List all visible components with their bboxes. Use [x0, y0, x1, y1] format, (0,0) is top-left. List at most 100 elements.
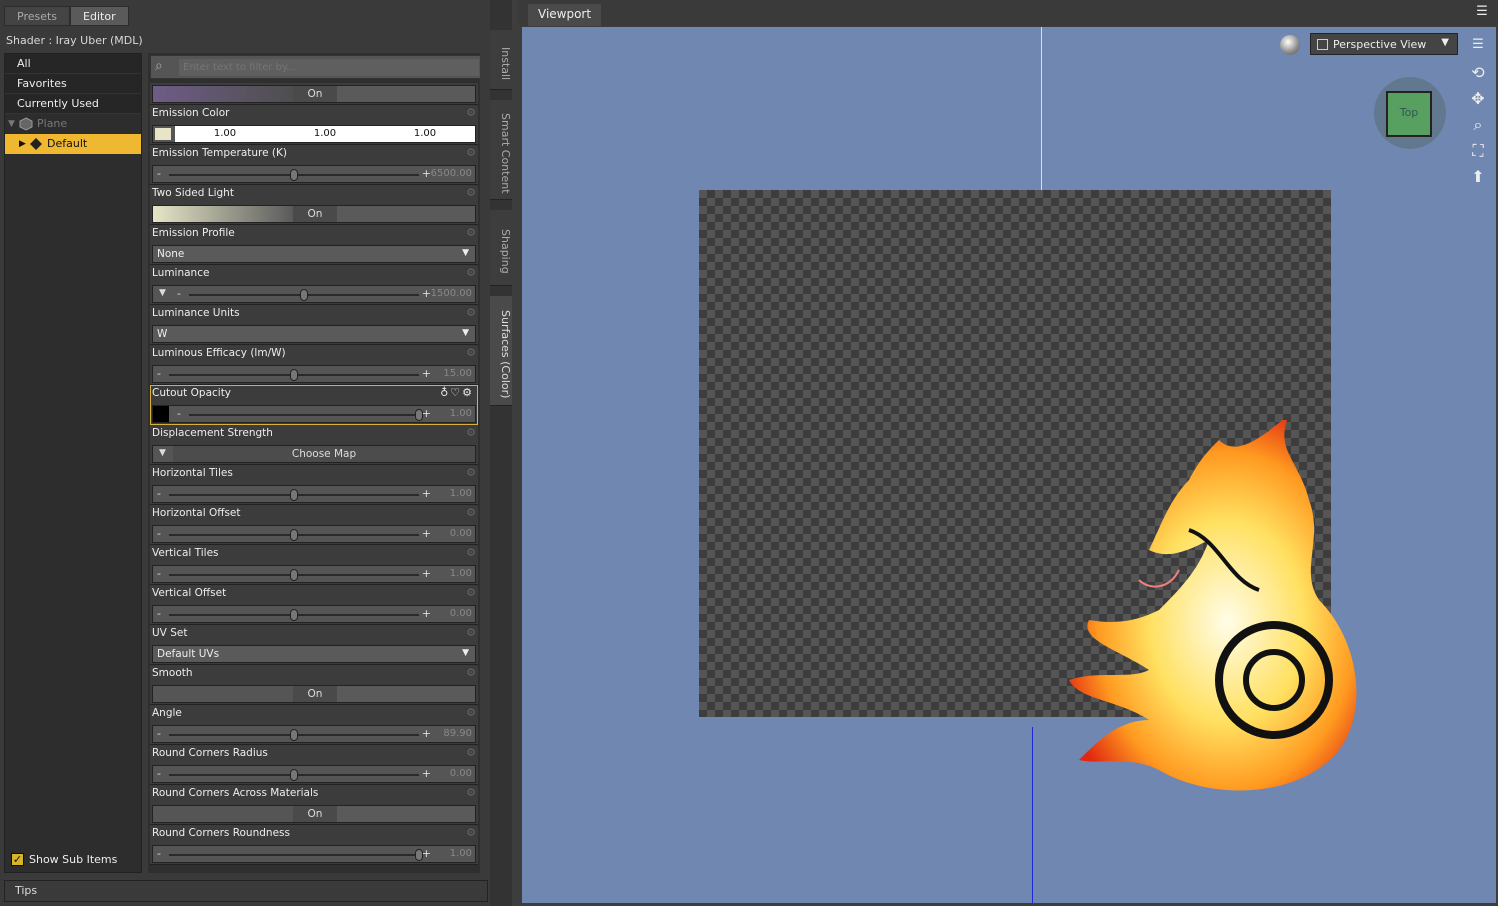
- vtab-shaping[interactable]: Shaping: [490, 210, 512, 286]
- gear-icon[interactable]: ⚙: [466, 586, 476, 599]
- slider[interactable]: - + 89.90: [152, 725, 476, 743]
- toggle[interactable]: On: [152, 685, 476, 703]
- slider-knob[interactable]: [290, 609, 298, 621]
- tab-presets[interactable]: Presets: [4, 6, 71, 26]
- category-currently-used[interactable]: Currently Used: [5, 94, 141, 114]
- plane-object[interactable]: [699, 190, 1357, 791]
- slider-value[interactable]: 89.90: [443, 728, 472, 739]
- slider-value[interactable]: 1.00: [450, 568, 472, 579]
- view-cube[interactable]: Top: [1374, 77, 1446, 149]
- plus-icon[interactable]: +: [422, 367, 431, 380]
- minus-icon[interactable]: -: [157, 767, 161, 780]
- slider-knob[interactable]: [300, 289, 308, 301]
- menu-icon[interactable]: ☰: [1472, 2, 1492, 22]
- checkbox-checked-icon[interactable]: ✓: [11, 853, 24, 866]
- toggle[interactable]: On: [152, 805, 476, 823]
- draw-style-sphere-icon[interactable]: [1280, 35, 1300, 55]
- dropdown[interactable]: Default UVs ▼: [152, 645, 476, 663]
- camera-dropdown[interactable]: Perspective View ▼: [1310, 33, 1458, 55]
- color-swatch[interactable]: [155, 128, 171, 140]
- slider-track[interactable]: [189, 289, 419, 301]
- map-thumbnail[interactable]: [153, 406, 169, 422]
- choose-map-button[interactable]: Choose Map: [173, 446, 475, 462]
- slider-track[interactable]: [169, 769, 419, 781]
- gear-icon[interactable]: ⚙: [466, 226, 476, 239]
- plus-icon[interactable]: +: [422, 167, 431, 180]
- favorite-heart-icon[interactable]: ♁♡⚙: [440, 386, 474, 399]
- plus-icon[interactable]: +: [422, 527, 431, 540]
- minus-icon[interactable]: -: [157, 567, 161, 580]
- slider[interactable]: - + 1.00: [152, 405, 476, 423]
- slider-knob[interactable]: [290, 769, 298, 781]
- zoom-icon[interactable]: ⌕: [1468, 115, 1488, 135]
- minus-icon[interactable]: -: [177, 407, 181, 420]
- slider-value[interactable]: 6500.00: [431, 168, 472, 179]
- plus-icon[interactable]: +: [422, 607, 431, 620]
- toggle-state[interactable]: On: [293, 806, 337, 822]
- plus-icon[interactable]: +: [422, 727, 431, 740]
- gear-icon[interactable]: ⚙: [466, 626, 476, 639]
- plus-icon[interactable]: +: [422, 407, 431, 420]
- slider-track[interactable]: [169, 729, 419, 741]
- filter-input[interactable]: [179, 59, 479, 76]
- slider-track[interactable]: [169, 369, 419, 381]
- slider-value[interactable]: 0.00: [450, 528, 472, 539]
- gear-icon[interactable]: ⚙: [466, 346, 476, 359]
- color-values[interactable]: 1.00 1.00 1.00: [175, 126, 475, 142]
- orbit-icon[interactable]: ⟲: [1468, 63, 1488, 83]
- color-g[interactable]: 1.00: [275, 126, 375, 142]
- slider-knob[interactable]: [290, 529, 298, 541]
- frame-icon[interactable]: ⛶: [1468, 141, 1488, 161]
- toggle-state[interactable]: On: [293, 86, 337, 102]
- gear-icon[interactable]: ⚙: [466, 146, 476, 159]
- slider-track[interactable]: [169, 489, 419, 501]
- expand-right-icon[interactable]: ▶: [19, 134, 26, 154]
- slider-track[interactable]: [169, 609, 419, 621]
- tab-editor[interactable]: Editor: [70, 6, 129, 26]
- slider[interactable]: - + 1.00: [152, 845, 476, 863]
- map-control[interactable]: ▼ Choose Map: [152, 445, 476, 463]
- vtab-install[interactable]: Install: [490, 30, 512, 90]
- slider-knob[interactable]: [290, 169, 298, 181]
- slider-knob[interactable]: [290, 489, 298, 501]
- slider-value[interactable]: 15.00: [443, 368, 472, 379]
- plus-icon[interactable]: +: [422, 287, 431, 300]
- slider-track[interactable]: [169, 569, 419, 581]
- gear-icon[interactable]: ⚙: [466, 506, 476, 519]
- gear-icon[interactable]: ⚙: [466, 186, 476, 199]
- slider-value[interactable]: 1.00: [450, 408, 472, 419]
- slider[interactable]: - + 0.00: [152, 525, 476, 543]
- slider-track[interactable]: [189, 409, 423, 421]
- slider[interactable]: ▼ - + 1500.00: [152, 285, 476, 303]
- gear-icon[interactable]: ⚙: [466, 106, 476, 119]
- slider[interactable]: - + 15.00: [152, 365, 476, 383]
- gear-icon[interactable]: ⚙: [466, 466, 476, 479]
- slider-value[interactable]: 1500.00: [431, 288, 472, 299]
- dropdown[interactable]: None ▼: [152, 245, 476, 263]
- minus-icon[interactable]: -: [177, 287, 181, 300]
- view-cube-face[interactable]: Top: [1386, 91, 1432, 137]
- slider-value[interactable]: 1.00: [450, 488, 472, 499]
- minus-icon[interactable]: -: [157, 527, 161, 540]
- gear-icon[interactable]: ⚙: [466, 826, 476, 839]
- vtab-smart-content[interactable]: Smart Content: [490, 100, 512, 200]
- slider-value[interactable]: 0.00: [450, 768, 472, 779]
- tree-item-default[interactable]: ▶ Default: [5, 134, 141, 154]
- gear-icon[interactable]: ⚙: [466, 666, 476, 679]
- minus-icon[interactable]: -: [157, 487, 161, 500]
- plus-icon[interactable]: +: [422, 567, 431, 580]
- slider-knob[interactable]: [290, 369, 298, 381]
- toggle[interactable]: On: [152, 205, 476, 223]
- pan-icon[interactable]: ✥: [1468, 89, 1488, 109]
- plus-icon[interactable]: +: [422, 487, 431, 500]
- toggle-state[interactable]: On: [293, 686, 337, 702]
- slider-value[interactable]: 1.00: [450, 848, 472, 859]
- dropdown[interactable]: W ▼: [152, 325, 476, 343]
- slider-track[interactable]: [169, 529, 419, 541]
- minus-icon[interactable]: -: [157, 167, 161, 180]
- gear-icon[interactable]: ⚙: [466, 266, 476, 279]
- slider[interactable]: - + 6500.00: [152, 165, 476, 183]
- toggle-state[interactable]: On: [293, 206, 337, 222]
- vtab-surfaces[interactable]: Surfaces (Color): [490, 296, 512, 406]
- gear-icon[interactable]: ⚙: [466, 746, 476, 759]
